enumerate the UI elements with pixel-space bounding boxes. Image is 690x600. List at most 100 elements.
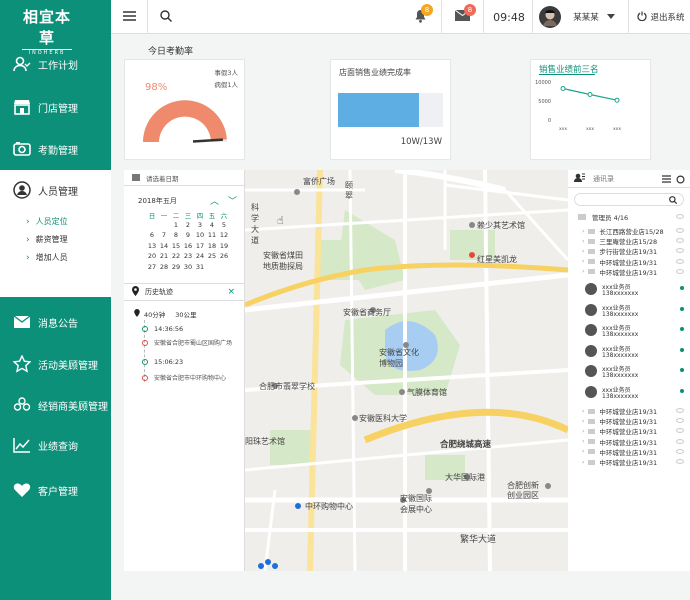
calendar-day[interactable]: 8 <box>170 231 182 242</box>
contact-store-row[interactable]: › 中环城营业店19/31 <box>568 406 690 416</box>
calendar-day[interactable] <box>146 221 158 232</box>
calendar-day[interactable]: 9 <box>182 231 194 242</box>
eye-icon[interactable] <box>676 258 684 264</box>
date-picker-header[interactable]: 请选着日期 <box>124 170 245 186</box>
contact-group-manager[interactable]: 管理员 4/16 <box>568 212 690 222</box>
eye-icon[interactable] <box>676 438 684 444</box>
calendar-day[interactable]: 11 <box>206 231 218 242</box>
chevron-down-icon[interactable]: ﹀ <box>228 194 237 207</box>
power-icon <box>637 11 648 24</box>
calendar-day[interactable]: 19 <box>218 242 230 253</box>
contact-store-row[interactable]: › 中环城营业店19/31 <box>568 267 690 277</box>
map-label: 安徽省文化 <box>379 348 419 357</box>
calendar-day[interactable]: 21 <box>158 252 170 263</box>
online-status-dot <box>680 368 684 372</box>
contact-store-row[interactable]: › 中环城营业店19/31 <box>568 257 690 267</box>
contact-store-row[interactable]: › 中环城营业店19/31 <box>568 426 690 436</box>
contact-member[interactable]: xxx业务员 138xxxxxxx <box>568 342 690 362</box>
contact-member[interactable]: xxx业务员 138xxxxxxx <box>568 383 690 403</box>
avatar[interactable] <box>539 0 561 34</box>
logout-button[interactable]: 退出系统 <box>634 0 688 34</box>
calendar-day[interactable]: 14 <box>158 242 170 253</box>
contact-store-row[interactable]: › 中环城营业店19/31 <box>568 457 690 467</box>
eye-icon[interactable] <box>676 428 684 434</box>
calendar-day[interactable]: 3 <box>194 221 206 232</box>
eye-icon[interactable] <box>676 214 684 219</box>
calendar-day[interactable]: 6 <box>146 231 158 242</box>
contact-store-row[interactable]: › 中环城营业店19/31 <box>568 416 690 426</box>
list-icon[interactable] <box>662 175 671 186</box>
submenu-item-salary[interactable]: › 薪资管理 <box>26 234 68 245</box>
sidebar-item-dealer[interactable]: 经销商美顾管理 <box>0 385 111 425</box>
sales-title: 店面销售业绩完成率 <box>339 68 411 77</box>
calendar-day[interactable]: 20 <box>146 252 158 263</box>
contact-member[interactable]: xxx业务员 138xxxxxxx <box>568 362 690 382</box>
eye-icon[interactable] <box>676 408 684 413</box>
calendar-day[interactable]: 26 <box>218 252 230 263</box>
eye-icon[interactable] <box>676 268 684 274</box>
eye-icon[interactable] <box>676 228 684 233</box>
calendar-day[interactable]: 27 <box>146 263 158 274</box>
search-button[interactable] <box>155 0 177 34</box>
calendar-day[interactable]: 30 <box>182 263 194 274</box>
close-icon[interactable]: × <box>227 287 235 297</box>
contact-member[interactable]: xxx业务员 138xxxxxxx <box>568 280 690 300</box>
calendar-day[interactable]: 25 <box>206 252 218 263</box>
contact-store-row[interactable]: › 步行街营业店19/31 <box>568 246 690 256</box>
calendar-grid: 日一二三四五六 1 2 3 4 5 6 7 8 9 10 11 12 13 14 15 16 17 18 19 20 21… <box>146 210 230 273</box>
calendar-day[interactable]: 10 <box>194 231 206 242</box>
calendar-day[interactable]: 12 <box>218 231 230 242</box>
calendar-day[interactable]: 28 <box>158 263 170 274</box>
sidebar-item-activity[interactable]: 活动美顾管理 <box>0 344 111 384</box>
avatar <box>585 303 597 316</box>
calendar-day[interactable]: 13 <box>146 242 158 253</box>
calendar-day[interactable]: 2 <box>182 221 194 232</box>
eye-icon[interactable] <box>676 448 684 454</box>
calendar-day[interactable] <box>158 221 170 232</box>
map-label: 道 <box>251 236 259 245</box>
messages-button[interactable]: 8 <box>451 0 476 34</box>
calendar-day[interactable]: 18 <box>206 242 218 253</box>
chevron-up-icon[interactable]: ︿ <box>210 194 219 207</box>
refresh-icon[interactable] <box>676 175 685 187</box>
sidebar-item-personnel[interactable]: 人员管理 <box>0 170 111 210</box>
contacts-search-input[interactable] <box>574 193 684 206</box>
calendar-day[interactable]: 24 <box>194 252 206 263</box>
calendar-day[interactable]: 17 <box>194 242 206 253</box>
contact-store-row[interactable]: › 三里庵营业店15/28 <box>568 236 690 246</box>
contact-member[interactable]: xxx业务员 138xxxxxxx <box>568 321 690 341</box>
contact-store-row[interactable]: › 中环城营业店19/31 <box>568 447 690 457</box>
eye-icon[interactable] <box>676 238 684 244</box>
notifications-button[interactable]: 8 <box>409 0 433 34</box>
user-menu[interactable]: 某某某 <box>565 0 623 34</box>
calendar-day[interactable]: 31 <box>194 263 206 274</box>
calendar-day[interactable]: 1 <box>170 221 182 232</box>
calendar-day[interactable]: 23 <box>182 252 194 263</box>
sidebar-item-attendance[interactable]: 考勤管理 <box>0 129 111 169</box>
calendar-day[interactable] <box>206 263 218 274</box>
calendar-day[interactable] <box>218 263 230 274</box>
map-view[interactable]: 富侨广场 颐 翠 科 学 大 道 ☝ 安徽省煤田 地质勘探局 赖少其艺术馆 红星… <box>245 170 568 571</box>
menu-toggle-button[interactable] <box>111 0 147 34</box>
submenu-item-add[interactable]: › 增加人员 <box>26 252 68 263</box>
submenu-item-locate[interactable]: › 人员定位 <box>26 216 68 227</box>
calendar-day[interactable]: 15 <box>170 242 182 253</box>
entry-time: 15:06:23 <box>154 358 184 366</box>
contact-store-row[interactable]: › 中环城营业店19/31 <box>568 437 690 447</box>
sidebar-item-messages[interactable]: 消息公告 <box>0 302 111 342</box>
eye-icon[interactable] <box>676 248 684 254</box>
calendar-day[interactable]: 16 <box>182 242 194 253</box>
calendar-day[interactable]: 7 <box>158 231 170 242</box>
eye-icon[interactable] <box>676 459 684 464</box>
sidebar-item-store[interactable]: 门店管理 <box>0 87 111 127</box>
contact-store-row[interactable]: › 长江西路营业店15/28 <box>568 226 690 236</box>
sidebar-item-performance[interactable]: 业绩查询 <box>0 425 111 465</box>
eye-icon[interactable] <box>676 418 684 424</box>
calendar-day[interactable]: 29 <box>170 263 182 274</box>
contact-member[interactable]: xxx业务员 138xxxxxxx <box>568 301 690 321</box>
calendar-day[interactable]: 4 <box>206 221 218 232</box>
sidebar-item-work-plan[interactable]: 工作计划 <box>0 44 111 84</box>
calendar-day[interactable]: 22 <box>170 252 182 263</box>
sidebar-item-customers[interactable]: 客户管理 <box>0 470 111 510</box>
calendar-day[interactable]: 5 <box>218 221 230 232</box>
